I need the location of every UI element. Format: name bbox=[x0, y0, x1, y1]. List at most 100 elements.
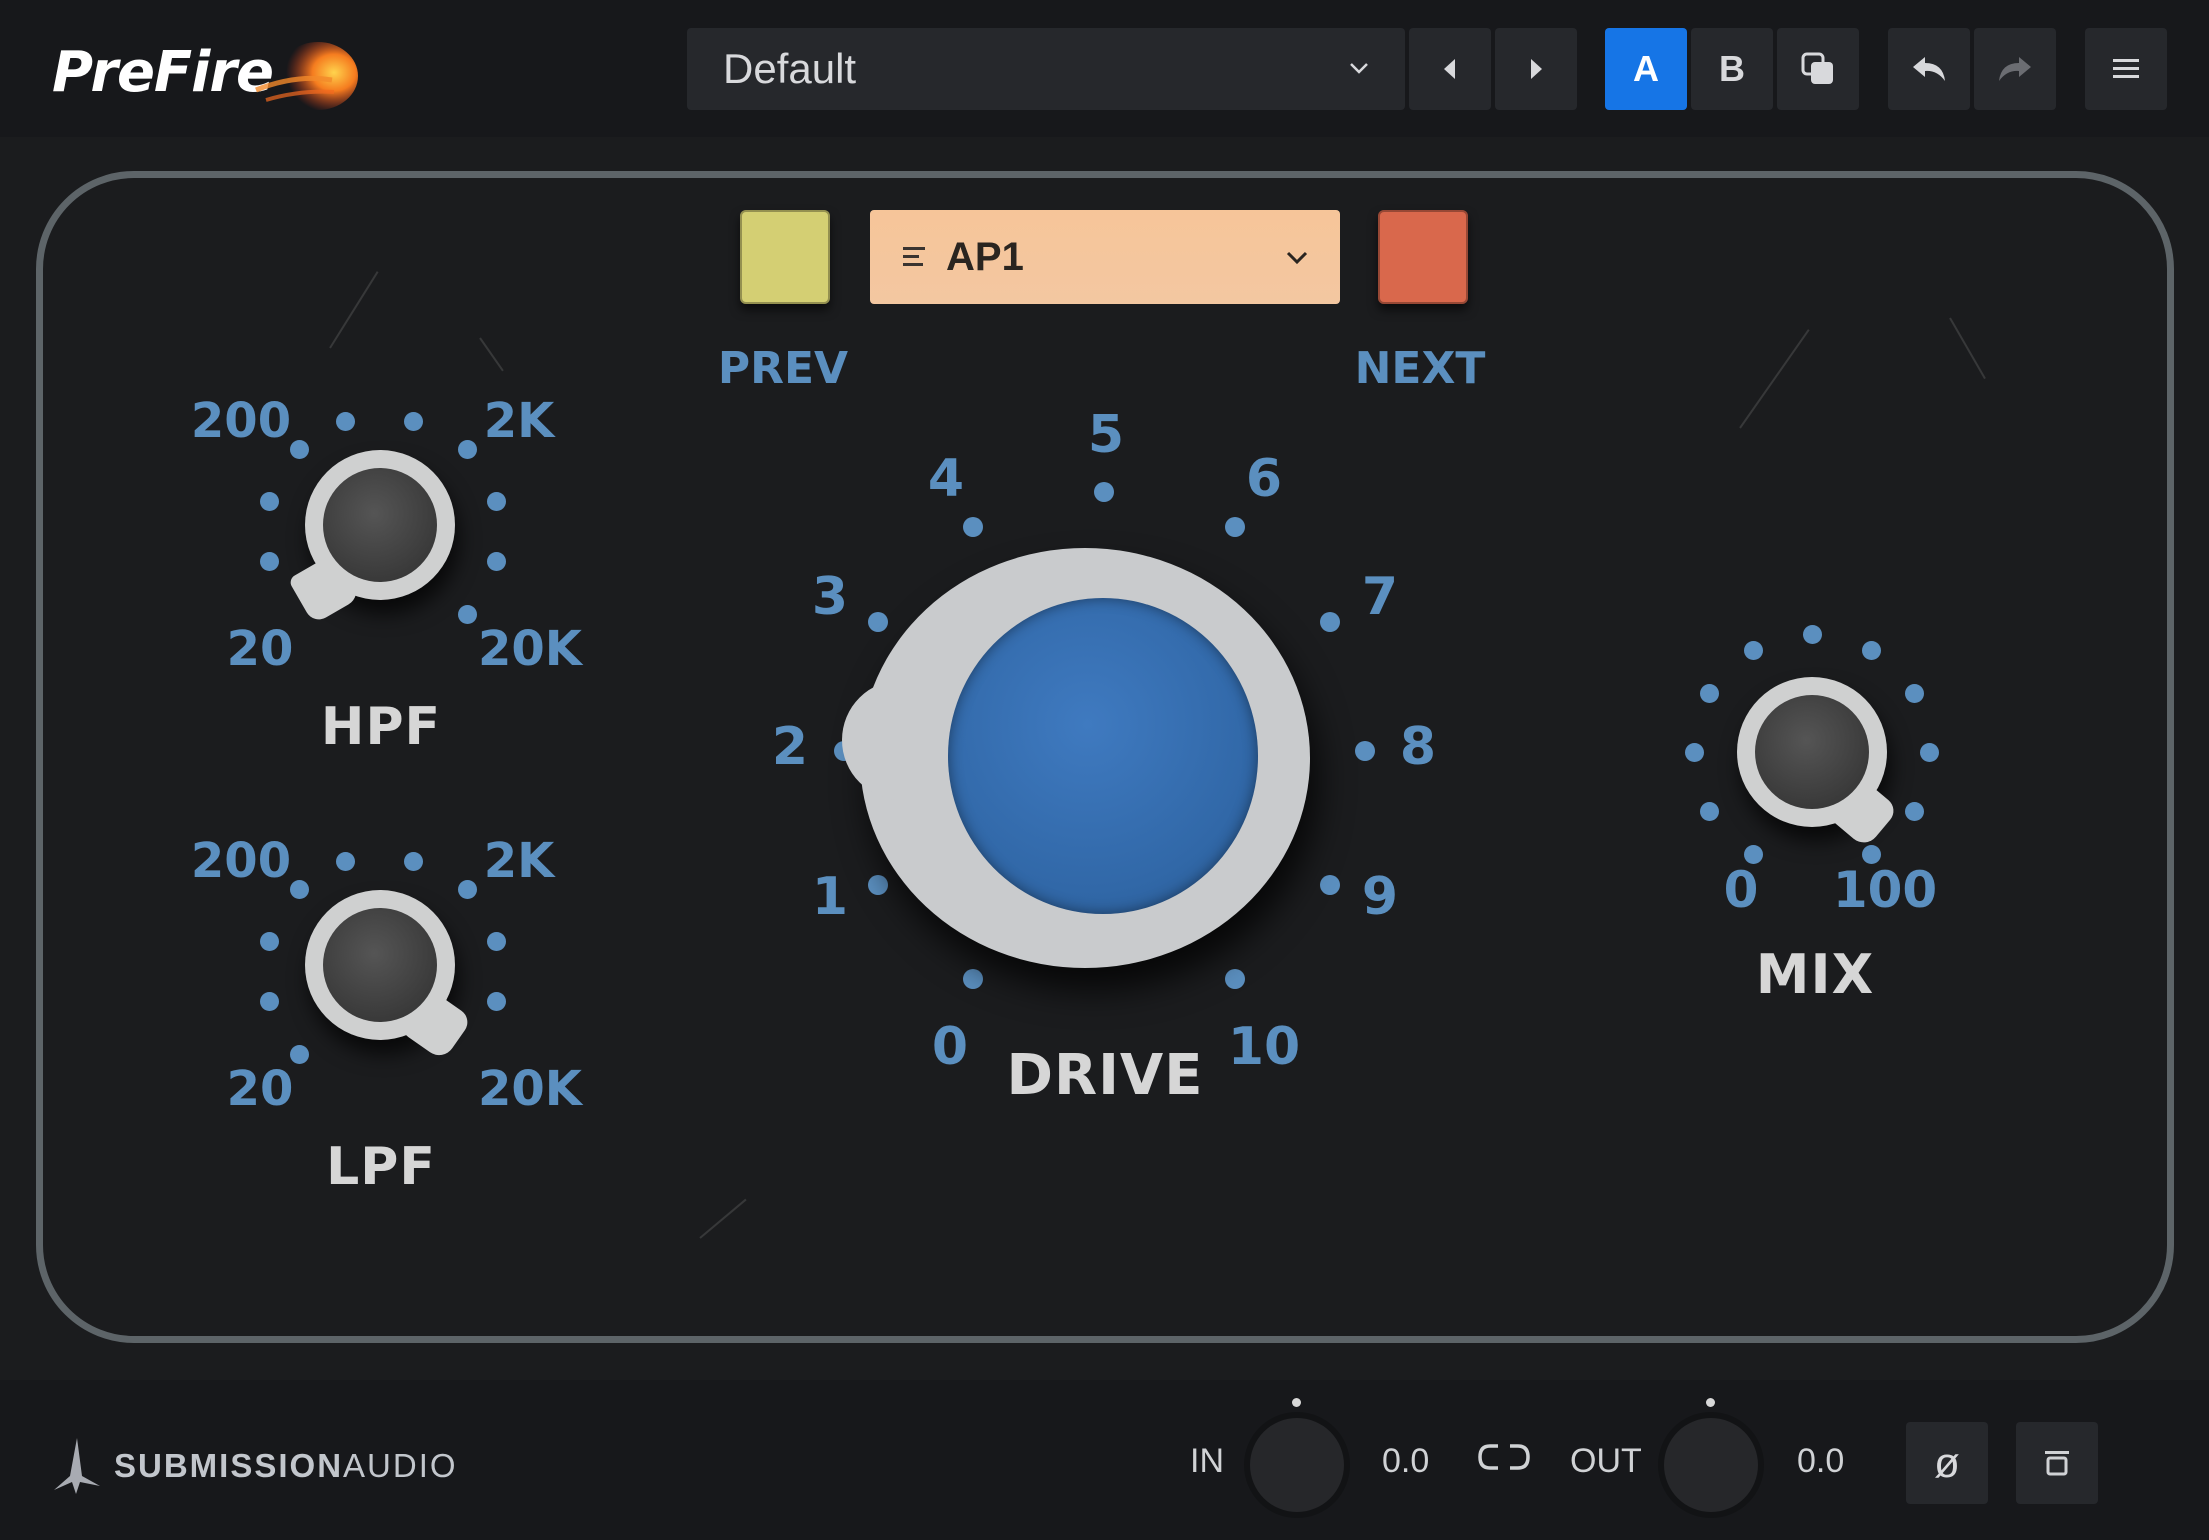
drive-scale-5: 5 bbox=[1087, 405, 1125, 465]
top-bar: PreFire Default A B bbox=[0, 0, 2209, 137]
scale-dot bbox=[260, 492, 279, 511]
scale-dot bbox=[1225, 517, 1245, 537]
input-gain-knob[interactable] bbox=[1250, 1398, 1344, 1512]
scale-dot bbox=[1744, 641, 1763, 660]
prev-style-button[interactable] bbox=[740, 210, 830, 304]
drive-scale-8: 8 bbox=[1399, 717, 1437, 777]
drive-scale-7: 7 bbox=[1361, 567, 1399, 627]
input-value: 0.0 bbox=[1382, 1442, 1430, 1480]
drive-scale-6: 6 bbox=[1245, 449, 1283, 509]
lpf-scale-200: 200 bbox=[190, 833, 292, 889]
mix-label: MIX bbox=[1755, 943, 1875, 1006]
lpf-scale-20k: 20K bbox=[478, 1061, 582, 1117]
lpf-label: LPF bbox=[326, 1137, 436, 1197]
caret-right-icon bbox=[1531, 59, 1542, 79]
scale-dot bbox=[1685, 743, 1704, 762]
copy-icon bbox=[1801, 52, 1833, 84]
scale-dot bbox=[1905, 684, 1924, 703]
submission-audio-logo: SUBMISSION AUDIO bbox=[52, 1436, 458, 1496]
lpf-scale-2k: 2K bbox=[483, 833, 555, 889]
flame-icon bbox=[255, 42, 358, 110]
drive-label: DRIVE bbox=[1006, 1043, 1204, 1108]
undo-button[interactable] bbox=[1888, 28, 1970, 110]
scale-dot bbox=[458, 605, 477, 624]
drive-knob[interactable] bbox=[842, 548, 1310, 968]
prefire-logo: PreFire bbox=[52, 32, 358, 112]
mix-scale-0: 0 bbox=[1723, 861, 1759, 919]
prev-label: PREV bbox=[717, 343, 849, 394]
hpf-scale-20: 20 bbox=[226, 621, 294, 677]
scale-dot bbox=[336, 852, 355, 871]
scale-dot bbox=[404, 412, 423, 431]
scale-dot bbox=[290, 1045, 309, 1064]
link-icon bbox=[1478, 1444, 1530, 1470]
phase-icon: ø bbox=[1934, 1439, 1960, 1486]
hpf-scale-2k: 2K bbox=[483, 393, 555, 449]
main-panel: AP1 PREV NEXT 200 2K 20 20K HPF 200 2K 2… bbox=[0, 137, 2209, 1380]
scale-dot bbox=[290, 880, 309, 899]
hpf-scale-200: 200 bbox=[190, 393, 292, 449]
hpf-knob[interactable] bbox=[287, 450, 455, 625]
scale-dot bbox=[404, 852, 423, 871]
redo-button[interactable] bbox=[1974, 28, 2056, 110]
output-gain-knob[interactable] bbox=[1664, 1398, 1758, 1512]
scale-dot bbox=[1905, 802, 1924, 821]
knob-cap bbox=[323, 468, 437, 582]
menu-button[interactable] bbox=[2085, 28, 2167, 110]
scale-dot bbox=[487, 552, 506, 571]
scale-dot bbox=[458, 880, 477, 899]
preset-select[interactable]: Default bbox=[687, 28, 1405, 110]
drive-scale-0: 0 bbox=[931, 1017, 969, 1077]
scale-dot bbox=[963, 969, 983, 989]
hamburger-icon bbox=[2113, 59, 2139, 78]
scale-dot bbox=[260, 992, 279, 1011]
output-label: OUT bbox=[1570, 1442, 1642, 1480]
output-value: 0.0 bbox=[1797, 1442, 1845, 1480]
scale-dot bbox=[1320, 612, 1340, 632]
copy-ab-button[interactable] bbox=[1777, 28, 1859, 110]
next-label: NEXT bbox=[1354, 343, 1486, 394]
scale-dot bbox=[260, 552, 279, 571]
undo-icon bbox=[1913, 57, 1945, 81]
hpf-scale-20k: 20K bbox=[478, 621, 582, 677]
scale-dot bbox=[1862, 641, 1881, 660]
scale-dot bbox=[1320, 875, 1340, 895]
brand-name-light: AUDIO bbox=[343, 1447, 458, 1484]
scale-dot bbox=[1700, 802, 1719, 821]
chevron-down-icon bbox=[1286, 251, 1308, 265]
drive-scale-9: 9 bbox=[1361, 867, 1399, 927]
lpf-knob[interactable] bbox=[305, 890, 473, 1062]
scale-dot bbox=[487, 932, 506, 951]
mix-knob[interactable] bbox=[1737, 677, 1900, 849]
bottom-bar: SUBMISSION AUDIO IN 0.0 OUT 0.0 ø bbox=[0, 1380, 2209, 1540]
a-button[interactable]: A bbox=[1605, 28, 1687, 110]
b-button[interactable]: B bbox=[1691, 28, 1773, 110]
lpf-scale-20: 20 bbox=[226, 1061, 294, 1117]
scale-dot bbox=[487, 492, 506, 511]
link-toggle[interactable] bbox=[1478, 1442, 1530, 1477]
mix-scale-100: 100 bbox=[1832, 861, 1938, 919]
scale-dot bbox=[336, 412, 355, 431]
style-select[interactable]: AP1 bbox=[870, 210, 1340, 304]
bypass-button[interactable] bbox=[2016, 1422, 2098, 1504]
hpf-label: HPF bbox=[320, 697, 442, 757]
bypass-icon bbox=[2045, 1451, 2069, 1476]
scale-dot bbox=[1700, 684, 1719, 703]
list-icon bbox=[903, 247, 925, 266]
scale-dot bbox=[260, 932, 279, 951]
scale-dot bbox=[1355, 741, 1375, 761]
scale-dot bbox=[963, 517, 983, 537]
chevron-down-icon bbox=[1350, 63, 1368, 74]
next-style-button[interactable] bbox=[1378, 210, 1468, 304]
phase-invert-button[interactable]: ø bbox=[1906, 1422, 1988, 1504]
next-preset-button[interactable] bbox=[1495, 28, 1577, 110]
brand-mark-icon bbox=[54, 1438, 100, 1494]
knob-cap bbox=[1755, 695, 1869, 809]
scale-dot bbox=[458, 440, 477, 459]
prev-preset-button[interactable] bbox=[1409, 28, 1491, 110]
redo-icon bbox=[1999, 57, 2031, 81]
style-value: AP1 bbox=[946, 234, 1024, 279]
preset-value: Default bbox=[723, 45, 857, 92]
drive-scale-10: 10 bbox=[1227, 1017, 1301, 1077]
knob-cap bbox=[323, 908, 437, 1022]
